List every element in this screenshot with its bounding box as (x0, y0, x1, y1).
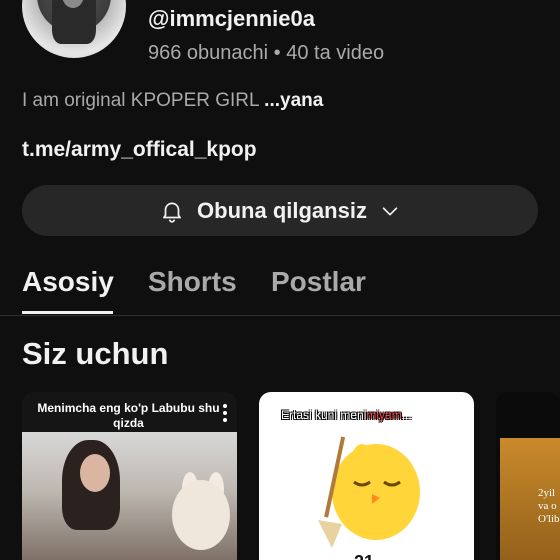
section-title: Siz uchun (22, 336, 169, 371)
channel-avatar[interactable] (22, 0, 126, 58)
chevron-down-icon (379, 200, 401, 222)
short-card-2[interactable]: Ertasi kuni menimiyam... 21 (259, 392, 474, 560)
short-caption: 2yil va o O'lib (538, 487, 560, 525)
tab-shorts[interactable]: Shorts (148, 266, 237, 298)
short-partial-text: 21 (354, 552, 374, 560)
bell-icon (159, 198, 185, 224)
short-caption: Ertasi kuni menimiyam... (281, 408, 412, 422)
labubu-toy (172, 480, 230, 550)
more-vert-icon[interactable] (223, 404, 227, 422)
sleeping-chick-sticker (318, 436, 420, 548)
short-card-3[interactable]: 2yil va o O'lib (496, 392, 560, 560)
channel-link[interactable]: t.me/army_offical_kpop (22, 138, 257, 162)
subscribed-button[interactable]: Obuna qilgansiz (22, 185, 538, 236)
channel-bio[interactable]: I am original KPOPER GIRL ...yana (22, 90, 323, 112)
tab-postlar[interactable]: Postlar (271, 266, 366, 298)
tab-asosiy[interactable]: Asosiy (22, 266, 114, 298)
channel-handle: @immcjennie0a (148, 6, 315, 31)
subscribed-label: Obuna qilgansiz (197, 197, 367, 223)
active-tab-indicator (22, 311, 113, 314)
bio-more-link[interactable]: ...yana (264, 90, 323, 111)
channel-stats: 966 obunachi • 40 ta video (148, 42, 385, 64)
channel-tabs: Asosiy Shorts Postlar (0, 264, 560, 316)
short-card-1[interactable]: Menimcha eng ko'p Labubu shu qizda (22, 392, 237, 560)
bio-text: I am original KPOPER GIRL (22, 90, 265, 111)
thumbnail-face (80, 454, 110, 492)
short-caption: Menimcha eng ko'p Labubu shu qizda (37, 401, 220, 430)
